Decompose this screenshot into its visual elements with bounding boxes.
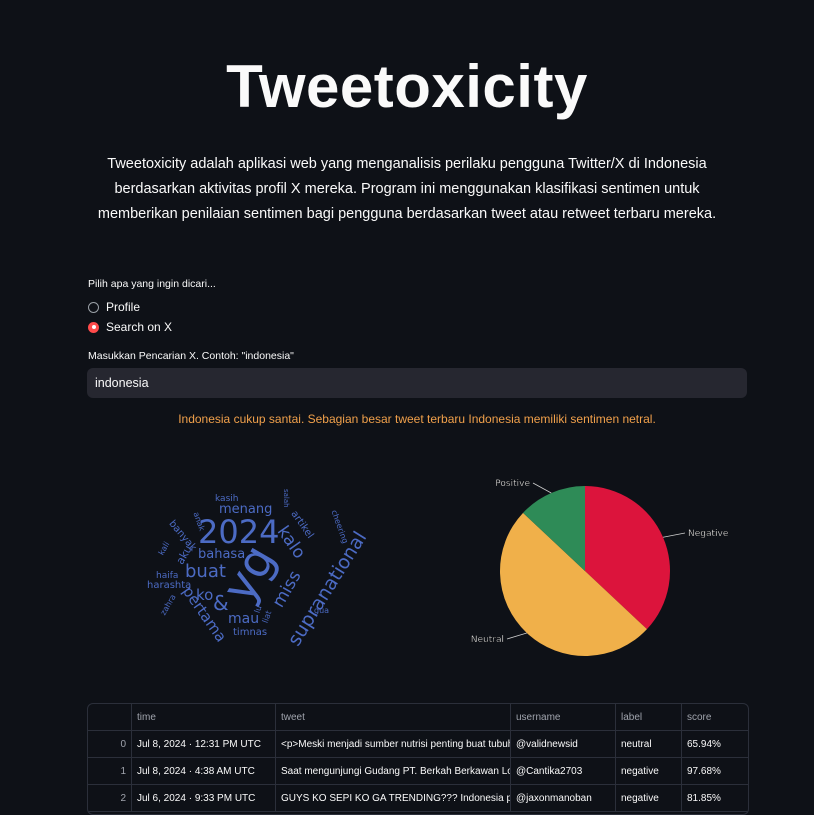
- cell-label: negative: [616, 758, 682, 784]
- sentiment-pie-chart: Negative Neutral Positive: [471, 479, 729, 656]
- cell-score: 65.94%: [687, 738, 721, 750]
- col-username-header[interactable]: username: [511, 704, 616, 730]
- cell-index: 2: [88, 785, 132, 811]
- cell-score: 81.85%: [687, 792, 721, 804]
- wc-word: ko: [196, 586, 213, 604]
- cell-username: @Cantika2703: [511, 758, 616, 784]
- col-label-header[interactable]: label: [616, 704, 682, 730]
- radio-profile-circle[interactable]: [88, 301, 99, 313]
- radio-profile[interactable]: Profile: [88, 299, 140, 315]
- wc-word: kali: [157, 540, 172, 556]
- cell-label: negative: [616, 785, 682, 811]
- wc-word: lu: [253, 604, 264, 614]
- pie-leader-line: [662, 532, 686, 538]
- pie-label-positive: Positive: [495, 479, 530, 489]
- wc-word: zahra: [159, 593, 178, 617]
- app-description: Tweetoxicity adalah aplikasi web yang me…: [97, 156, 717, 222]
- wc-word: liat: [261, 609, 274, 624]
- cell-time: Jul 8, 2024 · 12:31 PM UTC: [132, 731, 276, 757]
- pie-leader-line: [532, 482, 552, 494]
- wc-word: kasih: [215, 494, 238, 504]
- radio-search-on-x-circle[interactable]: [88, 321, 99, 333]
- search-input[interactable]: [87, 368, 747, 398]
- wc-word: salah: [282, 489, 290, 508]
- search-input-label: Masukkan Pencarian X. Contoh: "indonesia…: [88, 350, 294, 362]
- cell-username: @validnewsid: [511, 731, 616, 757]
- wc-word: cheering: [329, 509, 349, 545]
- cell-index: 0: [88, 731, 132, 757]
- sentiment-verdict: Indonesia cukup santai. Sebagian besar t…: [178, 412, 656, 426]
- radio-profile-label: Profile: [106, 300, 141, 314]
- wc-word: harashta: [147, 580, 191, 591]
- word-cloud: 2024 yg supranational kalo buat miss per…: [147, 489, 371, 650]
- pie-leader-line: [506, 632, 527, 640]
- search-mode-label: Pilih apa yang ingin dicari...: [88, 278, 216, 290]
- cell-tweet: GUYS KO SEPI KO GA TRENDING??? Indonesia…: [276, 785, 511, 811]
- col-index-header[interactable]: [88, 704, 132, 730]
- wc-word: bahasa: [198, 547, 245, 562]
- cell-tweet: Saat mengunjungi Gudang PT. Berkah Berka…: [276, 758, 511, 784]
- radio-search-on-x-label: Search on X: [106, 320, 173, 334]
- radio-search-on-x[interactable]: Search on X: [88, 319, 172, 335]
- table-header: time tweet username label score: [88, 704, 748, 731]
- table-row[interactable]: 1 Jul 8, 2024 · 4:38 AM UTC Saat mengunj…: [88, 758, 748, 785]
- col-score-header[interactable]: score: [682, 704, 748, 730]
- cell-score: 97.68%: [687, 765, 721, 777]
- wc-word: timnas: [233, 627, 267, 638]
- cell-time: Jul 6, 2024 · 9:33 PM UTC: [132, 785, 276, 811]
- cell-index: 1: [88, 758, 132, 784]
- wc-word: gua: [314, 606, 329, 615]
- col-tweet-header[interactable]: tweet: [276, 704, 511, 730]
- wc-word: menang: [219, 502, 272, 517]
- cell-label: neutral: [616, 731, 682, 757]
- pie-label-neutral: Neutral: [471, 635, 504, 645]
- pie-label-negative: Negative: [688, 529, 729, 539]
- wc-word: haifa: [156, 571, 178, 581]
- wc-word: mau: [228, 611, 259, 627]
- app-title: Tweetoxicity: [226, 53, 588, 120]
- wc-word: buat: [185, 561, 226, 582]
- tweets-table: time tweet username label score 0 Jul 8,…: [87, 703, 749, 815]
- table-row[interactable]: 0 Jul 8, 2024 · 12:31 PM UTC <p>Meski me…: [88, 731, 748, 758]
- wc-word: &: [213, 591, 229, 615]
- cell-tweet: <p>Meski menjadi sumber nutrisi penting …: [276, 731, 511, 757]
- cell-username: @jaxonmanoban: [511, 785, 616, 811]
- col-time-header[interactable]: time: [132, 704, 276, 730]
- cell-time: Jul 8, 2024 · 4:38 AM UTC: [132, 758, 276, 784]
